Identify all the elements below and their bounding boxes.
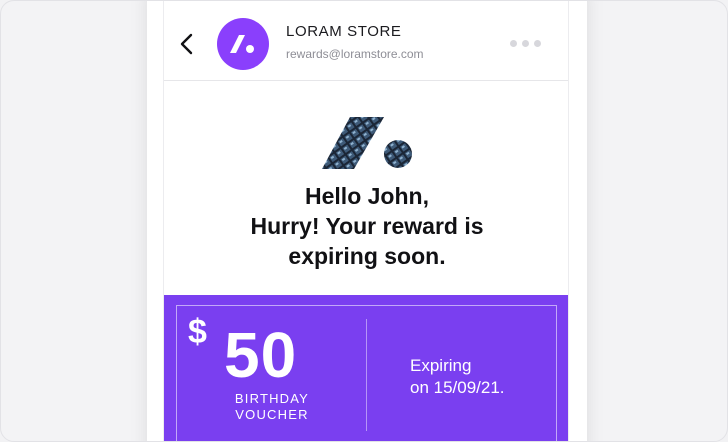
voucher-currency: $ [188,313,207,351]
greeting-line: expiring soon. [288,243,446,269]
voucher-card[interactable]: $ 50 BIRTHDAY VOUCHER Expiring on 15/09/… [164,295,568,441]
brand-logo-icon [322,117,412,169]
brand-logo [318,115,418,171]
more-options-button[interactable] [510,37,554,49]
voucher-type: BIRTHDAY VOUCHER [224,391,320,423]
greeting-line: Hello John, [305,183,429,209]
sender-avatar [217,18,269,70]
voucher-type-line: VOUCHER [235,407,309,422]
sender-email: rewards@loramstore.com [286,47,424,61]
expiry-line: Expiring [410,356,472,375]
email-view: LORAM STORE rewards@loramstore.com Hello… [163,1,569,441]
more-dot-icon [522,39,529,47]
voucher-type-line: BIRTHDAY [234,391,310,406]
expiry-line: on 15/09/21. [410,378,505,397]
voucher-amount: 50 [224,319,298,391]
more-dot-icon [510,39,517,47]
brand-logo-icon [230,35,254,53]
sender-name: LORAM STORE [286,23,402,40]
greeting-heading: Hello John, Hurry! Your reward is expiri… [164,181,568,271]
email-header: LORAM STORE rewards@loramstore.com [164,1,568,81]
chevron-left-icon [180,33,193,55]
voucher-divider [366,319,367,431]
voucher-expiry: Expiring on 15/09/21. [410,355,505,399]
more-dot-icon [534,39,541,47]
back-button[interactable] [176,31,198,57]
greeting-line: Hurry! Your reward is [250,213,484,239]
screenshot-frame: LORAM STORE rewards@loramstore.com Hello… [0,0,728,442]
